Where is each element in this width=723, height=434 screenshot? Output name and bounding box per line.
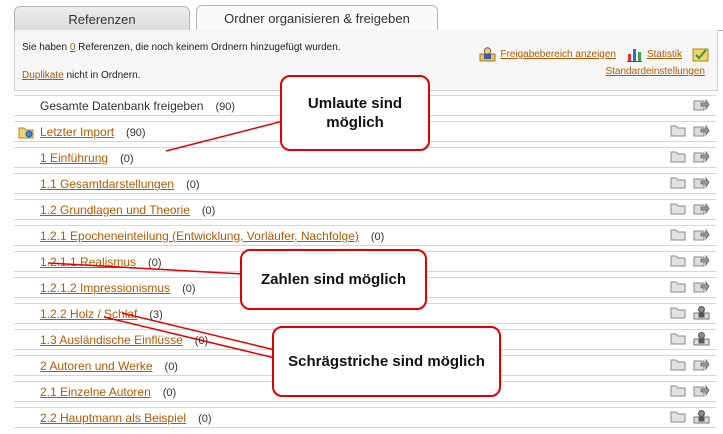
callout-zahlen: Zahlen sind möglich bbox=[240, 249, 427, 310]
callout-zahlen-text: Zahlen sind möglich bbox=[260, 271, 406, 288]
callout-umlaute: Umlaute sind möglich bbox=[280, 75, 430, 151]
pointer-zahlen bbox=[47, 262, 244, 275]
callout-schraeg-text: Schrägstriche sind möglich bbox=[288, 353, 485, 370]
callout-schraeg: Schrägstriche sind möglich bbox=[272, 326, 501, 397]
pointer-schraeg-a bbox=[121, 312, 276, 351]
pointer-umlaute bbox=[165, 117, 296, 152]
pointer-schraeg-b bbox=[103, 316, 276, 359]
callout-umlaute-text: Umlaute sind möglich bbox=[307, 95, 403, 131]
